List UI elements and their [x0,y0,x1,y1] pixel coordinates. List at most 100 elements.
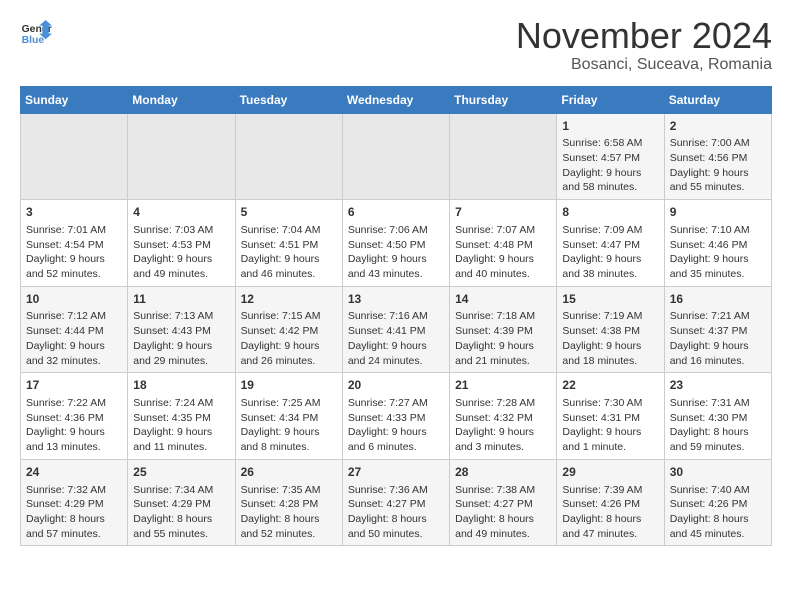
day-info: Sunset: 4:47 PM [562,238,658,253]
day-number: 10 [26,291,122,308]
day-number: 17 [26,377,122,394]
day-number: 24 [26,464,122,481]
day-info: Sunrise: 7:36 AM [348,483,444,498]
day-number: 21 [455,377,551,394]
day-info: Sunrise: 7:22 AM [26,396,122,411]
day-info: Daylight: 9 hours and 6 minutes. [348,425,444,454]
day-info: Sunrise: 7:30 AM [562,396,658,411]
day-info: Daylight: 9 hours and 52 minutes. [26,252,122,281]
day-info: Daylight: 9 hours and 1 minute. [562,425,658,454]
day-info: Daylight: 8 hours and 57 minutes. [26,512,122,541]
calendar-body: 1Sunrise: 6:58 AMSunset: 4:57 PMDaylight… [21,113,772,546]
day-info: Sunrise: 7:07 AM [455,223,551,238]
day-number: 16 [670,291,766,308]
day-number: 6 [348,204,444,221]
day-number: 2 [670,118,766,135]
calendar-cell: 11Sunrise: 7:13 AMSunset: 4:43 PMDayligh… [128,286,235,373]
calendar-week-row: 1Sunrise: 6:58 AMSunset: 4:57 PMDaylight… [21,113,772,200]
subtitle: Bosanci, Suceava, Romania [516,56,772,74]
calendar-cell: 20Sunrise: 7:27 AMSunset: 4:33 PMDayligh… [342,373,449,460]
day-info: Daylight: 8 hours and 55 minutes. [133,512,229,541]
day-info: Sunset: 4:39 PM [455,324,551,339]
day-info: Sunrise: 7:40 AM [670,483,766,498]
day-number: 23 [670,377,766,394]
calendar-cell: 18 Sunrise: 7:24 AMSunset: 4:35 PMDayligh… [128,373,235,460]
day-info: Sunset: 4:34 PM [241,411,337,426]
day-number: 18 [133,377,229,394]
calendar-cell: 8Sunrise: 7:09 AMSunset: 4:47 PMDaylight… [557,200,664,287]
title-block: November 2024 Bosanci, Suceava, Romania [516,16,772,74]
calendar-cell: 13Sunrise: 7:16 AMSunset: 4:41 PMDayligh… [342,286,449,373]
day-info: Sunrise: 7:13 AM [133,309,229,324]
day-info: Daylight: 9 hours and 24 minutes. [348,339,444,368]
day-info: Sunrise: 7:01 AM [26,223,122,238]
day-info: Daylight: 9 hours and 8 minutes. [241,425,337,454]
calendar-table: SundayMondayTuesdayWednesdayThursdayFrid… [20,86,772,547]
calendar-cell: 28Sunrise: 7:38 AMSunset: 4:27 PMDayligh… [450,459,557,546]
day-info: Sunrise: 7:06 AM [348,223,444,238]
day-info: Daylight: 8 hours and 52 minutes. [241,512,337,541]
day-number: 30 [670,464,766,481]
day-info: Daylight: 9 hours and 55 minutes. [670,166,766,195]
day-info: Sunset: 4:41 PM [348,324,444,339]
day-number: 14 [455,291,551,308]
calendar-cell: 24Sunrise: 7:32 AMSunset: 4:29 PMDayligh… [21,459,128,546]
day-info: Sunrise: 7:39 AM [562,483,658,498]
day-number: 27 [348,464,444,481]
day-number: 29 [562,464,658,481]
day-info: Daylight: 9 hours and 43 minutes. [348,252,444,281]
calendar-cell: 12Sunrise: 7:15 AMSunset: 4:42 PMDayligh… [235,286,342,373]
day-info: Sunset: 4:43 PM [133,324,229,339]
day-number: 15 [562,291,658,308]
day-info: Sunset: 4:32 PM [455,411,551,426]
day-info: Sunrise: 7:27 AM [348,396,444,411]
calendar-cell: 16Sunrise: 7:21 AMSunset: 4:37 PMDayligh… [664,286,771,373]
calendar-cell: 7Sunrise: 7:07 AMSunset: 4:48 PMDaylight… [450,200,557,287]
day-info: Sunset: 4:35 PM [133,411,229,426]
day-info: Daylight: 9 hours and 3 minutes. [455,425,551,454]
calendar-cell: 15Sunrise: 7:19 AMSunset: 4:38 PMDayligh… [557,286,664,373]
day-info: Sunrise: 7:24 AM [133,396,229,411]
calendar-cell [21,113,128,200]
day-info: Daylight: 8 hours and 49 minutes. [455,512,551,541]
day-info: Daylight: 9 hours and 32 minutes. [26,339,122,368]
day-info: Sunset: 4:31 PM [562,411,658,426]
calendar-cell: 3Sunrise: 7:01 AMSunset: 4:54 PMDaylight… [21,200,128,287]
day-number: 25 [133,464,229,481]
day-info: Sunrise: 7:32 AM [26,483,122,498]
day-info: Sunset: 4:29 PM [133,497,229,512]
day-info: Daylight: 9 hours and 38 minutes. [562,252,658,281]
day-info: Sunset: 4:38 PM [562,324,658,339]
day-info: Sunset: 4:46 PM [670,238,766,253]
day-number: 26 [241,464,337,481]
day-info: Sunrise: 7:19 AM [562,309,658,324]
day-info: Sunset: 4:50 PM [348,238,444,253]
weekday-header: Thursday [450,86,557,113]
day-info: Daylight: 9 hours and 35 minutes. [670,252,766,281]
day-info: Daylight: 9 hours and 11 minutes. [133,425,229,454]
calendar-cell: 29Sunrise: 7:39 AMSunset: 4:26 PMDayligh… [557,459,664,546]
day-info: Daylight: 9 hours and 49 minutes. [133,252,229,281]
logo: General Blue [20,16,52,48]
day-info: Sunrise: 7:18 AM [455,309,551,324]
day-info: Sunset: 4:30 PM [670,411,766,426]
day-number: 13 [348,291,444,308]
day-info: Sunrise: 7:35 AM [241,483,337,498]
day-info: Sunset: 4:56 PM [670,151,766,166]
day-info: Sunrise: 7:03 AM [133,223,229,238]
page: General Blue November 2024 Bosanci, Suce… [0,0,792,562]
day-info: Daylight: 8 hours and 59 minutes. [670,425,766,454]
calendar-cell: 9Sunrise: 7:10 AMSunset: 4:46 PMDaylight… [664,200,771,287]
calendar-week-row: 3Sunrise: 7:01 AMSunset: 4:54 PMDaylight… [21,200,772,287]
day-info: Daylight: 8 hours and 47 minutes. [562,512,658,541]
calendar-header: SundayMondayTuesdayWednesdayThursdayFrid… [21,86,772,113]
calendar-cell: 5Sunrise: 7:04 AMSunset: 4:51 PMDaylight… [235,200,342,287]
day-number: 28 [455,464,551,481]
day-info: Sunrise: 7:31 AM [670,396,766,411]
day-number: 20 [348,377,444,394]
day-number: 19 [241,377,337,394]
day-info: Sunrise: 7:09 AM [562,223,658,238]
calendar-cell [342,113,449,200]
day-info: Daylight: 9 hours and 21 minutes. [455,339,551,368]
day-info: Sunrise: 7:12 AM [26,309,122,324]
